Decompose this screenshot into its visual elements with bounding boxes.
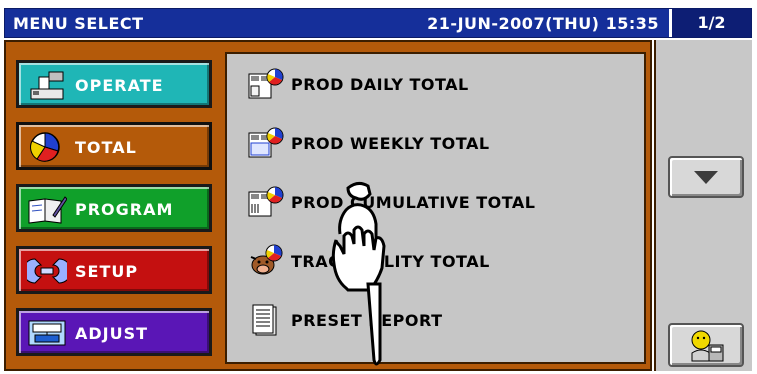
- report-document-icon: [247, 302, 285, 338]
- prod-weekly-total-label: PROD WEEKLY TOTAL: [291, 134, 490, 153]
- menu-select-screen: MENU SELECT 21-JUN-2007(THU) 15:35 1/2 O…: [0, 0, 757, 374]
- operator-button[interactable]: [668, 323, 744, 367]
- triangle-down-icon: [670, 171, 742, 200]
- prod-weekly-total-item[interactable]: PROD WEEKLY TOTAL: [247, 123, 627, 163]
- page-indicator: 1/2: [669, 9, 751, 37]
- total-label: TOTAL: [75, 138, 137, 157]
- prod-daily-total-label: PROD DAILY TOTAL: [291, 75, 469, 94]
- screen-title: MENU SELECT: [13, 14, 144, 33]
- scale-icon: [27, 317, 67, 349]
- wrench-icon: [22, 255, 72, 287]
- operate-label: OPERATE: [75, 76, 164, 95]
- pie-chart-icon: [27, 131, 67, 163]
- daily-total-icon: [247, 66, 285, 102]
- category-list: OPERATE TOTAL PROGRAM SETUP ADJUST: [6, 42, 222, 369]
- main-frame: OPERATE TOTAL PROGRAM SETUP ADJUST PROD …: [4, 40, 652, 371]
- right-panel: [654, 40, 752, 371]
- cash-register-icon: [27, 69, 67, 101]
- preset-report-item[interactable]: PRESET REPORT: [247, 300, 627, 340]
- adjust-button[interactable]: ADJUST: [16, 308, 212, 356]
- traceability-cow-icon: [247, 243, 285, 279]
- operator-user-icon: [670, 330, 742, 369]
- program-button[interactable]: PROGRAM: [16, 184, 212, 232]
- total-button[interactable]: TOTAL: [16, 122, 212, 170]
- prod-daily-total-item[interactable]: PROD DAILY TOTAL: [247, 64, 627, 104]
- date-time-display: 21-JUN-2007(THU) 15:35: [427, 14, 659, 33]
- weekly-total-icon: [247, 125, 285, 161]
- setup-label: SETUP: [75, 262, 139, 281]
- traceability-total-item[interactable]: TRACEABILITY TOTAL: [247, 241, 627, 281]
- adjust-label: ADJUST: [75, 324, 149, 343]
- program-label: PROGRAM: [75, 200, 174, 219]
- preset-report-label: PRESET REPORT: [291, 311, 443, 330]
- traceability-total-label: TRACEABILITY TOTAL: [291, 252, 490, 271]
- setup-button[interactable]: SETUP: [16, 246, 212, 294]
- cumulative-total-icon: [247, 184, 285, 220]
- total-menu-list: PROD DAILY TOTAL PROD WEEKLY TOTAL PROD …: [225, 52, 646, 364]
- scroll-down-button[interactable]: [668, 156, 744, 198]
- prod-cumulative-total-label: PROD CUMULATIVE TOTAL: [291, 193, 536, 212]
- operate-button[interactable]: OPERATE: [16, 60, 212, 108]
- book-pencil-icon: [27, 193, 68, 225]
- prod-cumulative-total-item[interactable]: PROD CUMULATIVE TOTAL: [247, 182, 627, 222]
- title-bar: MENU SELECT 21-JUN-2007(THU) 15:35 1/2: [4, 8, 752, 38]
